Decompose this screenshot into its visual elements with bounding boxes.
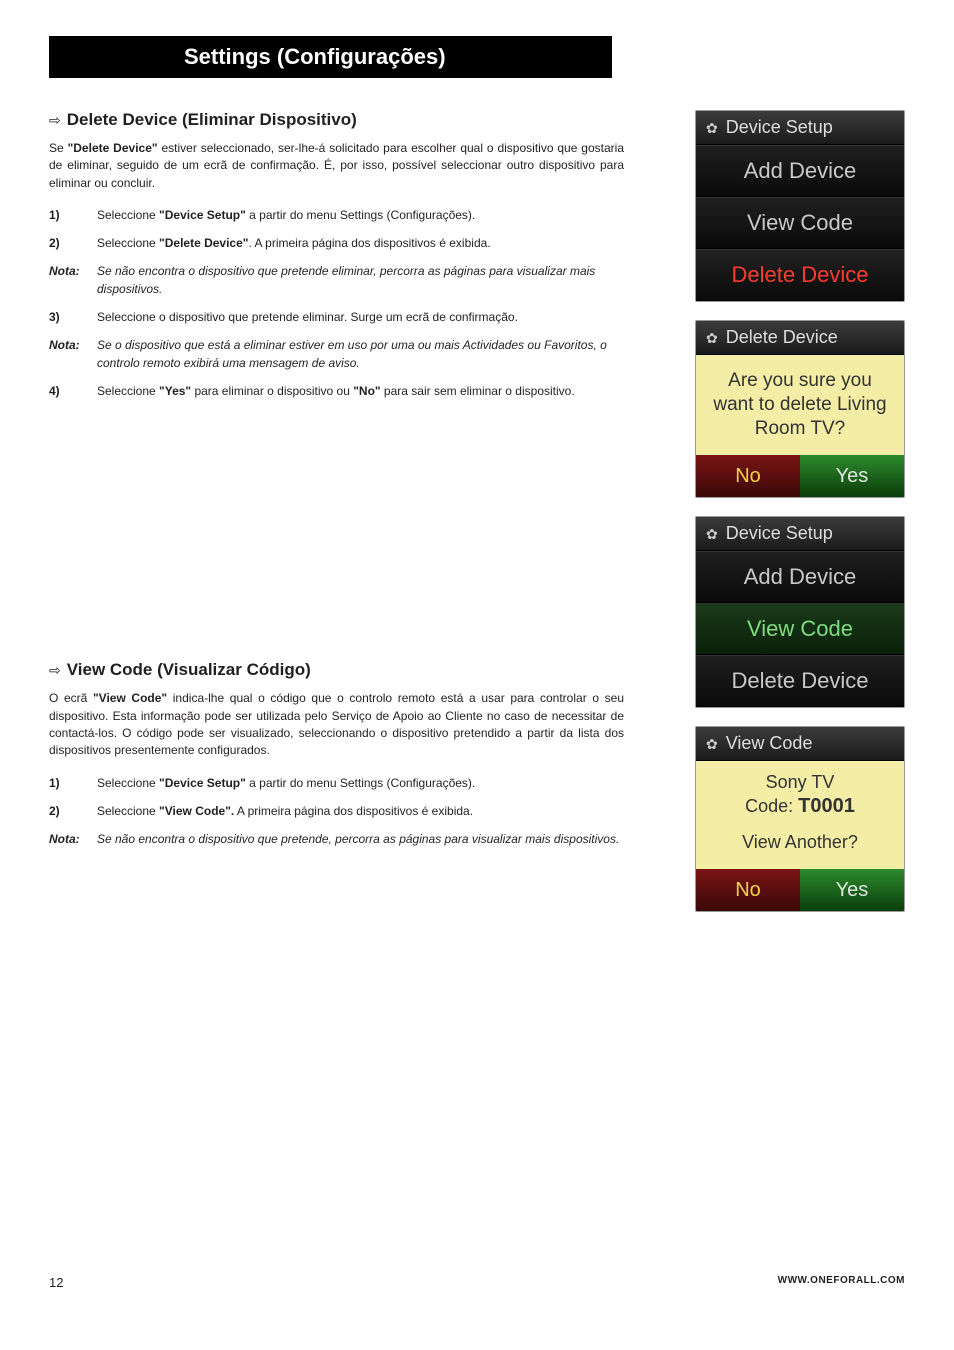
no-button[interactable]: No	[696, 869, 800, 911]
view-code-heading-text: View Code (Visualizar Código)	[67, 660, 311, 680]
section-header: Settings (Configurações)	[49, 36, 612, 78]
main-content: Delete Device (Eliminar Dispositivo) Se …	[49, 110, 624, 858]
footer-url: WWW.ONEFORALL.COM	[778, 1275, 905, 1290]
confirm-message: Are you sure you want to delete Living R…	[696, 355, 904, 455]
delete-confirm-panel: Delete Device Are you sure you want to d…	[695, 320, 905, 498]
view-another-prompt: View Another?	[704, 831, 896, 854]
delete-device-heading: Delete Device (Eliminar Dispositivo)	[49, 110, 624, 130]
arrow-icon	[49, 110, 61, 130]
step-2: 2) Seleccione "Delete Device". A primeir…	[49, 234, 624, 252]
step-4: 4) Seleccione "Yes" para eliminar o disp…	[49, 382, 624, 400]
yes-button[interactable]: Yes	[800, 455, 904, 497]
page-footer: 12 WWW.ONEFORALL.COM	[49, 1275, 905, 1290]
gear-icon	[706, 733, 718, 754]
view-code-heading: View Code (Visualizar Código)	[49, 660, 624, 680]
device-name: Sony TV	[704, 771, 896, 794]
add-device-button[interactable]: Add Device	[696, 551, 904, 603]
panel-header: Device Setup	[696, 517, 904, 551]
delete-device-intro: Se "Delete Device" estiver seleccionado,…	[49, 140, 624, 192]
device-setup-panel-1: Device Setup Add Device View Code Delete…	[695, 110, 905, 302]
view-code-button[interactable]: View Code	[696, 197, 904, 249]
gear-icon	[706, 117, 718, 138]
yes-no-row: No Yes	[696, 869, 904, 911]
yes-button[interactable]: Yes	[800, 869, 904, 911]
view-code-intro: O ecrã "View Code" indica-lhe qual o cód…	[49, 690, 624, 760]
panel-header: Device Setup	[696, 111, 904, 145]
code-line: Code: T0001	[704, 794, 896, 819]
delete-device-heading-text: Delete Device (Eliminar Dispositivo)	[67, 110, 357, 130]
device-setup-panel-2: Device Setup Add Device View Code Delete…	[695, 516, 905, 708]
panel-header: Delete Device	[696, 321, 904, 355]
vc-step-2: 2) Seleccione "View Code". A primeira pá…	[49, 802, 624, 820]
add-device-button[interactable]: Add Device	[696, 145, 904, 197]
arrow-icon	[49, 660, 61, 680]
gear-icon	[706, 327, 718, 348]
no-button[interactable]: No	[696, 455, 800, 497]
code-display: Sony TV Code: T0001 View Another?	[696, 761, 904, 869]
note-1: Nota: Se não encontra o dispositivo que …	[49, 262, 624, 298]
view-code-button[interactable]: View Code	[696, 603, 904, 655]
delete-device-button[interactable]: Delete Device	[696, 655, 904, 707]
vc-step-1: 1) Seleccione "Device Setup" a partir do…	[49, 774, 624, 792]
vc-note: Nota: Se não encontra o dispositivo que …	[49, 830, 624, 848]
yes-no-row: No Yes	[696, 455, 904, 497]
step-3: 3) Seleccione o dispositivo que pretende…	[49, 308, 624, 326]
note-2: Nota: Se o dispositivo que está a elimin…	[49, 336, 624, 372]
step-1: 1) Seleccione "Device Setup" a partir do…	[49, 206, 624, 224]
section-header-text: Settings (Configurações)	[184, 44, 446, 70]
page-number: 12	[49, 1275, 63, 1290]
panel-header: View Code	[696, 727, 904, 761]
view-code-panel: View Code Sony TV Code: T0001 View Anoth…	[695, 726, 905, 912]
delete-device-button[interactable]: Delete Device	[696, 249, 904, 301]
device-screens: Device Setup Add Device View Code Delete…	[695, 110, 905, 930]
gear-icon	[706, 523, 718, 544]
